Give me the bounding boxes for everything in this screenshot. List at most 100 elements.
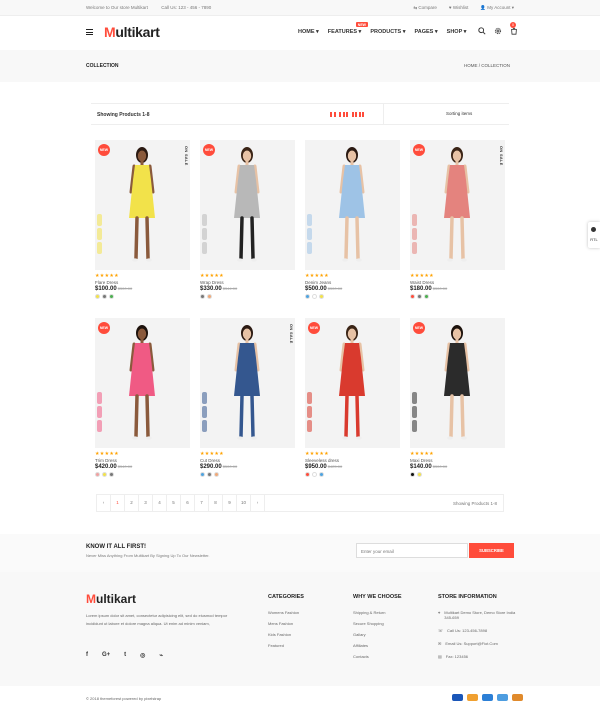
sort-select[interactable]: Sorting items bbox=[383, 104, 509, 124]
color-swatch[interactable] bbox=[200, 294, 205, 299]
nav-shop[interactable]: SHOP ▾ bbox=[447, 29, 467, 35]
thumbnail[interactable] bbox=[202, 214, 207, 226]
footer-link[interactable]: Shipping & Return bbox=[353, 610, 402, 615]
color-swatch[interactable] bbox=[305, 472, 310, 477]
page-link[interactable]: 9 bbox=[223, 495, 237, 511]
thumbnail[interactable] bbox=[202, 242, 207, 254]
product-name[interactable]: Sleeveless dress bbox=[305, 458, 400, 463]
thumbnail[interactable] bbox=[97, 214, 102, 226]
color-swatch[interactable] bbox=[319, 472, 324, 477]
product-card[interactable]: ON SALE ★★★★★ Cut Dress $290.00$500.00 bbox=[200, 318, 295, 477]
color-swatch[interactable] bbox=[207, 472, 212, 477]
rss-icon[interactable]: ⌁ bbox=[159, 652, 163, 659]
color-swatch[interactable] bbox=[424, 294, 429, 299]
thumbnail[interactable] bbox=[202, 228, 207, 240]
thumbnail[interactable] bbox=[202, 406, 207, 418]
settings-gear-icon[interactable] bbox=[494, 27, 502, 37]
footer-link[interactable]: Mens Fashion bbox=[268, 621, 304, 626]
nav-pages[interactable]: PAGES ▾ bbox=[415, 29, 438, 35]
twitter-icon[interactable]: t bbox=[124, 652, 126, 659]
color-swatch[interactable] bbox=[109, 294, 114, 299]
color-swatch[interactable] bbox=[410, 472, 415, 477]
page-link[interactable]: 6 bbox=[181, 495, 195, 511]
instagram-icon[interactable]: ◎ bbox=[140, 652, 145, 659]
footer-link[interactable]: Gallary bbox=[353, 632, 402, 637]
product-card[interactable]: NEW ★★★★★ Wrap Dress $330.00$344.00 bbox=[200, 140, 295, 299]
product-image[interactable]: ON SALE bbox=[200, 318, 295, 448]
product-name[interactable]: Cut Dress bbox=[200, 458, 295, 463]
page-link[interactable]: 1 bbox=[111, 495, 125, 511]
product-image[interactable]: NEW bbox=[95, 318, 190, 448]
footer-link[interactable]: Secure Shopping bbox=[353, 621, 402, 626]
color-swatch[interactable] bbox=[102, 294, 107, 299]
page-link[interactable]: 5 bbox=[167, 495, 181, 511]
grid-layout-toggle[interactable] bbox=[330, 112, 364, 117]
thumbnail[interactable] bbox=[412, 228, 417, 240]
thumbnail[interactable] bbox=[97, 242, 102, 254]
thumbnail[interactable] bbox=[307, 228, 312, 240]
footer-logo[interactable]: Multikart bbox=[86, 592, 136, 606]
product-name[interactable]: Wrap Dress bbox=[200, 280, 295, 285]
product-image[interactable]: NEW bbox=[305, 318, 400, 448]
hamburger-menu-icon[interactable] bbox=[86, 29, 93, 35]
color-swatch[interactable] bbox=[214, 472, 219, 477]
thumbnail[interactable] bbox=[97, 406, 102, 418]
thumbnail[interactable] bbox=[202, 392, 207, 404]
color-swatch[interactable] bbox=[95, 294, 100, 299]
page-link[interactable]: 10 bbox=[237, 495, 251, 511]
product-image[interactable]: NEW ON SALE bbox=[410, 140, 505, 270]
subscribe-button[interactable]: SUBSCRIBE bbox=[469, 543, 514, 558]
thumbnail[interactable] bbox=[307, 392, 312, 404]
color-swatch[interactable] bbox=[312, 472, 317, 477]
product-card[interactable]: NEW ★★★★★ Trim Dress $420.00$340.00 bbox=[95, 318, 190, 477]
search-icon[interactable] bbox=[478, 27, 486, 37]
prev-page-button[interactable]: ‹ bbox=[97, 495, 111, 511]
product-card[interactable]: NEW ★★★★★ Maxi Dress $140.00$300.00 bbox=[410, 318, 505, 477]
nav-features[interactable]: FEATURES ▾ NEW bbox=[328, 22, 368, 35]
product-image[interactable]: NEW bbox=[200, 140, 295, 270]
product-card[interactable]: NEW ON SALE ★★★★★ Flare Dress $100.00$300.00 bbox=[95, 140, 190, 299]
newsletter-email-input[interactable]: Enter your email bbox=[356, 543, 468, 558]
color-swatch[interactable] bbox=[417, 472, 422, 477]
facebook-icon[interactable]: f bbox=[86, 652, 88, 659]
thumbnail[interactable] bbox=[202, 420, 207, 432]
wishlist-link[interactable]: ♥ Wishlist bbox=[449, 5, 468, 11]
footer-link[interactable]: Featured bbox=[268, 643, 304, 648]
product-name[interactable]: Maxi Dress bbox=[410, 458, 505, 463]
footer-link[interactable]: Affiliates bbox=[353, 643, 402, 648]
footer-link[interactable]: Kids Fashion bbox=[268, 632, 304, 637]
footer-link[interactable]: Contacts bbox=[353, 654, 402, 659]
thumbnail[interactable] bbox=[412, 242, 417, 254]
next-page-button[interactable]: › bbox=[251, 495, 265, 511]
thumbnail[interactable] bbox=[412, 406, 417, 418]
thumbnail[interactable] bbox=[97, 392, 102, 404]
breadcrumb[interactable]: HOME / COLLECTION bbox=[464, 63, 510, 68]
product-name[interactable]: Flare Dress bbox=[95, 280, 190, 285]
page-link[interactable]: 2 bbox=[125, 495, 139, 511]
thumbnail[interactable] bbox=[307, 214, 312, 226]
product-name[interactable]: Denim Jeans bbox=[305, 280, 400, 285]
color-swatch[interactable] bbox=[102, 472, 107, 477]
google-plus-icon[interactable]: G+ bbox=[102, 652, 110, 659]
product-image[interactable]: NEW ON SALE bbox=[95, 140, 190, 270]
color-swatch[interactable] bbox=[200, 472, 205, 477]
cart-icon[interactable] bbox=[510, 27, 518, 37]
account-dropdown[interactable]: 👤 My Account ▾ bbox=[480, 5, 514, 11]
product-image[interactable] bbox=[305, 140, 400, 270]
footer-link[interactable]: Womens Fashion bbox=[268, 610, 304, 615]
color-swatch[interactable] bbox=[305, 294, 310, 299]
color-swatch[interactable] bbox=[417, 294, 422, 299]
color-swatch[interactable] bbox=[207, 294, 212, 299]
page-link[interactable]: 4 bbox=[153, 495, 167, 511]
page-link[interactable]: 8 bbox=[209, 495, 223, 511]
page-link[interactable]: 3 bbox=[139, 495, 153, 511]
thumbnail[interactable] bbox=[307, 406, 312, 418]
thumbnail[interactable] bbox=[412, 214, 417, 226]
compare-link[interactable]: ⇆ Compare bbox=[413, 5, 437, 11]
nav-home[interactable]: HOME ▾ bbox=[298, 29, 319, 35]
color-swatch[interactable] bbox=[410, 294, 415, 299]
thumbnail[interactable] bbox=[307, 242, 312, 254]
thumbnail[interactable] bbox=[307, 420, 312, 432]
product-image[interactable]: NEW bbox=[410, 318, 505, 448]
site-logo[interactable]: Multikart bbox=[104, 24, 160, 40]
